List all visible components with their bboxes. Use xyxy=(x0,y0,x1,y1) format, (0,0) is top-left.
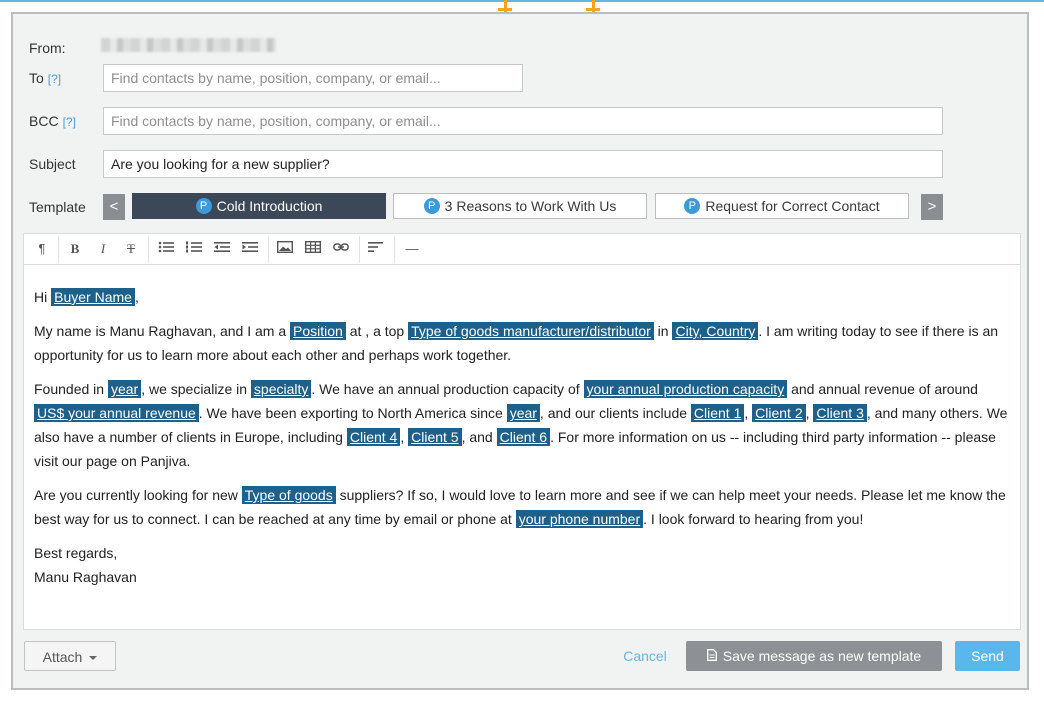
numbered-list-icon[interactable] xyxy=(184,240,204,258)
compose-panel: From: To[?] BCC[?] Subject Template < PC… xyxy=(11,12,1029,690)
from-value-redacted xyxy=(101,38,276,52)
template-request-correct-contact[interactable]: P Request for Correct Contact xyxy=(655,193,909,219)
placeholder-client-1[interactable]: Client 1 xyxy=(690,404,745,422)
save-as-template-button[interactable]: Save message as new template xyxy=(686,641,942,671)
placeholder-phone-number[interactable]: your phone number xyxy=(515,510,644,528)
image-icon[interactable] xyxy=(275,240,295,258)
template-label-text: 3 Reasons to Work With Us xyxy=(444,198,617,214)
to-input[interactable] xyxy=(103,64,523,92)
italic-icon[interactable]: I xyxy=(94,240,112,258)
placeholder-client-6[interactable]: Client 6 xyxy=(496,428,551,446)
template-cold-introduction[interactable]: P Cold Introduction xyxy=(132,193,386,219)
placeholder-type-of-goods-manufacturer[interactable]: Type of goods manufacturer/distributor xyxy=(408,322,654,340)
body-paragraph: My name is Manu Raghavan, and I am a Pos… xyxy=(34,322,999,363)
placeholder-annual-revenue[interactable]: US$ your annual revenue xyxy=(34,404,199,422)
template-badge: P xyxy=(684,198,701,215)
message-body-editor[interactable]: Hi Buyer Name, My name is Manu Raghavan,… xyxy=(23,265,1021,630)
attach-button[interactable]: Attach xyxy=(24,641,116,671)
template-next-button[interactable]: > xyxy=(921,194,943,220)
template-label-text: Cold Introduction xyxy=(216,198,323,214)
placeholder-specialty[interactable]: specialty xyxy=(250,380,312,398)
indent-icon[interactable] xyxy=(240,240,260,258)
table-icon[interactable] xyxy=(303,240,323,258)
template-label-text: Request for Correct Contact xyxy=(705,198,880,214)
template-label: Template xyxy=(29,199,86,215)
placeholder-position[interactable]: Position xyxy=(290,322,346,340)
editor-toolbar: ¶ B I T — xyxy=(23,233,1021,265)
template-badge: P xyxy=(423,198,440,215)
placeholder-production-capacity[interactable]: your annual production capacity xyxy=(583,380,788,398)
placeholder-client-5[interactable]: Client 5 xyxy=(408,428,462,446)
send-button[interactable]: Send xyxy=(955,641,1020,671)
horizontal-rule-icon[interactable]: — xyxy=(401,240,423,258)
bcc-label-text: BCC xyxy=(29,113,59,129)
signature-line: Manu Raghavan xyxy=(34,569,137,585)
strikethrough-icon[interactable]: T xyxy=(122,240,140,258)
placeholder-client-2[interactable]: Client 2 xyxy=(752,404,806,422)
save-template-label: Save message as new template xyxy=(722,648,922,664)
top-accent-line xyxy=(0,0,1044,2)
to-label-text: To xyxy=(29,70,44,86)
placeholder-client-4[interactable]: Client 4 xyxy=(346,428,401,446)
toolbar-divider xyxy=(359,236,360,263)
caret-down-icon xyxy=(89,656,98,661)
body-paragraph: Are you currently looking for new Type o… xyxy=(34,486,1006,528)
template-badge: P xyxy=(195,198,212,215)
placeholder-city-country[interactable]: City, Country xyxy=(672,322,759,340)
bold-icon[interactable]: B xyxy=(66,240,84,258)
to-label: To [?] xyxy=(29,70,61,86)
placeholder-export-year[interactable]: year xyxy=(506,404,540,422)
subject-input[interactable] xyxy=(103,150,943,178)
paragraph-format-icon[interactable]: ¶ xyxy=(32,240,52,258)
placeholder-type-of-goods[interactable]: Type of goods xyxy=(241,486,336,504)
body-paragraph: Hi Buyer Name, xyxy=(34,288,139,306)
placeholder-client-3[interactable]: Client 3 xyxy=(813,404,867,422)
subject-label: Subject xyxy=(29,156,76,172)
to-help-link[interactable]: [?] xyxy=(48,72,61,86)
toolbar-divider xyxy=(268,236,269,263)
toolbar-divider xyxy=(58,236,59,263)
placeholder-buyer-name[interactable]: Buyer Name xyxy=(51,288,135,306)
placeholder-year[interactable]: year xyxy=(107,380,142,398)
document-icon xyxy=(706,641,717,671)
template-3-reasons[interactable]: P3 Reasons to Work With Us xyxy=(393,193,647,219)
template-prev-button[interactable]: < xyxy=(103,194,125,220)
outdent-icon[interactable] xyxy=(212,240,232,258)
bcc-help-link[interactable]: [?] xyxy=(63,115,76,129)
toolbar-divider xyxy=(148,236,149,263)
align-icon[interactable] xyxy=(366,240,386,258)
from-label: From: xyxy=(29,40,66,56)
bcc-label: BCC [?] xyxy=(29,113,76,129)
body-paragraph: Founded in year, we specialize in specia… xyxy=(34,380,1008,469)
toolbar-divider xyxy=(394,236,395,263)
cancel-button[interactable]: Cancel xyxy=(613,641,677,671)
link-icon[interactable] xyxy=(331,240,351,258)
closing-line: Best regards, xyxy=(34,545,118,561)
attach-label: Attach xyxy=(42,649,83,665)
bcc-input[interactable] xyxy=(103,107,943,135)
bullet-list-icon[interactable] xyxy=(156,240,176,258)
